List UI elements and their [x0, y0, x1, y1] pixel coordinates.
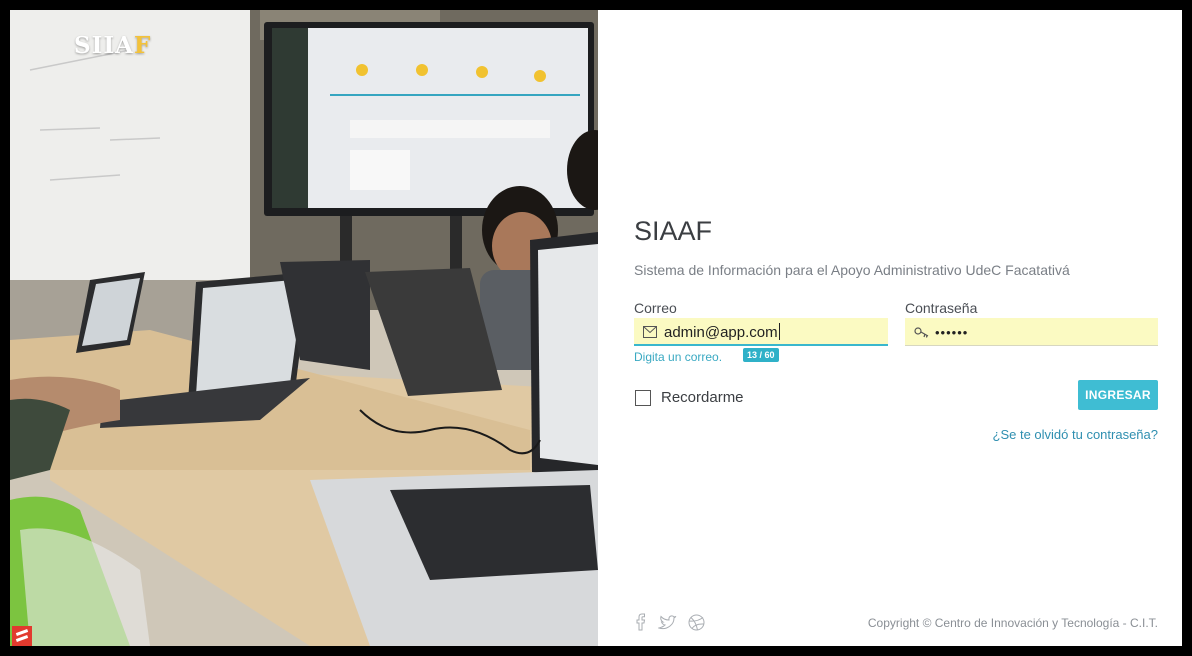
- institution-logo-icon: [12, 626, 32, 646]
- envelope-icon: [643, 326, 657, 338]
- text-caret: [778, 323, 780, 340]
- background-photo: SIIAF: [10, 10, 598, 646]
- email-value-text: admin@app.com: [664, 324, 778, 341]
- character-counter-badge: 13 / 60: [743, 348, 779, 362]
- brand-accent-letter: F: [133, 32, 152, 59]
- brand-text: SIIA: [74, 32, 134, 59]
- remember-checkbox[interactable]: [635, 390, 651, 406]
- brand-logo: SIIAF: [74, 32, 151, 59]
- password-field[interactable]: ••••••: [905, 318, 1158, 346]
- remember-label[interactable]: Recordarme: [661, 389, 744, 406]
- copyright-text: Copyright © Centro de Innovación y Tecno…: [867, 616, 1158, 630]
- page-title: SIAAF: [634, 216, 713, 246]
- email-value: admin@app.com: [664, 323, 780, 341]
- key-icon: [914, 327, 929, 338]
- facebook-icon[interactable]: [634, 613, 646, 631]
- dribbble-icon[interactable]: [688, 614, 705, 631]
- twitter-icon[interactable]: [658, 615, 678, 631]
- email-hint: Digita un correo.: [634, 350, 723, 364]
- login-button[interactable]: INGRESAR: [1078, 380, 1158, 410]
- password-label: Contraseña: [905, 300, 978, 316]
- email-label: Correo: [634, 300, 677, 316]
- classroom-illustration: [10, 10, 598, 646]
- email-field[interactable]: admin@app.com: [634, 318, 888, 346]
- login-page: SIIAF SIAAF Sistema de Información para …: [10, 10, 1182, 646]
- page-subtitle: Sistema de Información para el Apoyo Adm…: [634, 262, 1070, 278]
- password-value: ••••••: [935, 325, 969, 340]
- login-panel: SIAAF Sistema de Información para el Apo…: [598, 10, 1182, 646]
- forgot-password-link[interactable]: ¿Se te olvidó tu contraseña?: [993, 427, 1159, 442]
